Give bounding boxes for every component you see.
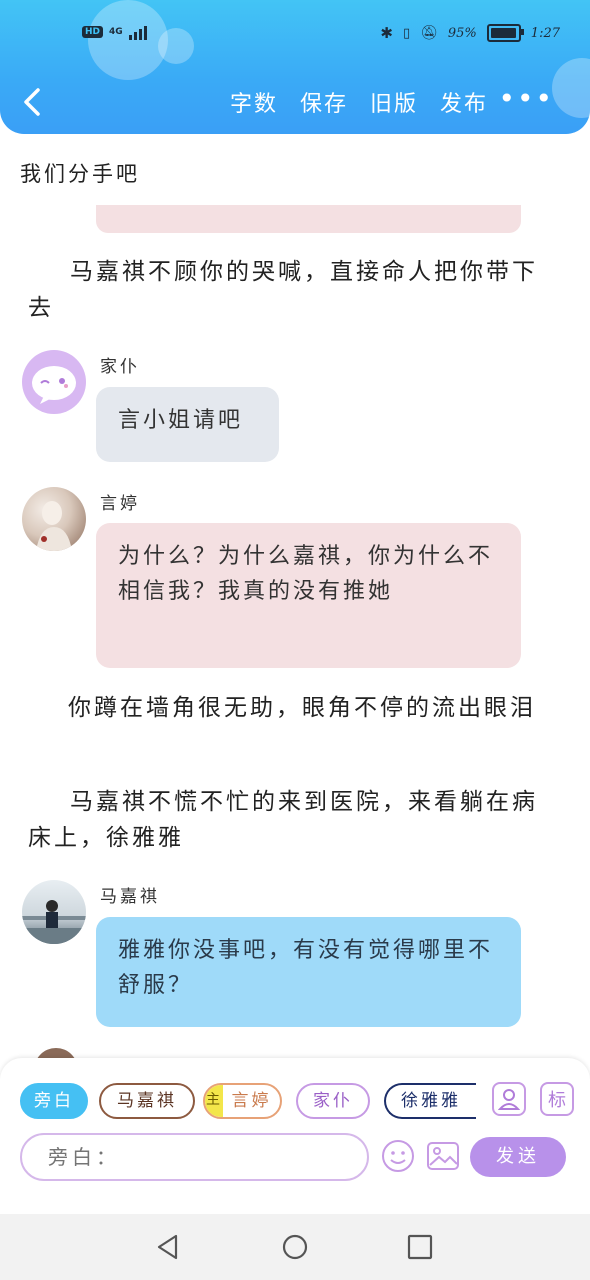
chat-bubble-avatar-icon — [32, 366, 76, 404]
avatar[interactable] — [22, 350, 86, 414]
bluetooth-icon: ✱ — [380, 24, 393, 42]
emoji-button[interactable] — [380, 1138, 416, 1174]
square-recents-icon — [407, 1234, 433, 1260]
role-chip-xu-yaya[interactable]: 徐雅雅 — [384, 1083, 476, 1119]
message-bubble[interactable]: 言小姐请吧 — [96, 387, 279, 462]
nav-actions: 字数 保存 旧版 发布 — [230, 86, 488, 118]
message-bubble[interactable]: 为什么？为什么嘉祺，你为什么不相信我？我真的没有推她 — [96, 523, 521, 668]
signal-icon — [128, 24, 147, 40]
message-bubble[interactable]: 雅雅你没事吧，有没有觉得哪里不舒服？ — [96, 917, 521, 1027]
role-chip-narration[interactable]: 旁白 — [20, 1083, 88, 1119]
main-role-tag: 主 — [205, 1085, 223, 1117]
person-icon — [498, 1089, 520, 1110]
image-button[interactable] — [425, 1138, 461, 1174]
portrait-avatar-icon — [36, 501, 72, 551]
portrait-avatar-icon — [22, 900, 86, 944]
role-chip-yan-ting[interactable]: 主 言婷 — [203, 1083, 282, 1119]
chapter-title: 我们分手吧 — [20, 162, 140, 186]
circle-home-icon — [282, 1234, 308, 1260]
chevron-left-icon — [24, 88, 40, 116]
tag-button[interactable]: 标 — [540, 1082, 574, 1116]
role-chip-ma-jiaqi[interactable]: 马嘉祺 — [99, 1083, 195, 1119]
role-chip-servant[interactable]: 家仆 — [296, 1083, 370, 1119]
speaker-name: 马嘉祺 — [100, 887, 160, 907]
narration-text: 马嘉祺不慌不忙的来到医院，来看躺在病床上，徐雅雅 — [28, 789, 538, 851]
smiley-icon — [382, 1140, 414, 1172]
clock-time: 1:27 — [530, 25, 560, 41]
partial-bubble — [96, 205, 521, 233]
nav-back-button[interactable] — [153, 1232, 183, 1262]
more-button[interactable]: ••• — [498, 85, 554, 113]
system-nav-bar — [0, 1214, 590, 1280]
speaker-name: 言婷 — [100, 494, 140, 514]
speaker-name: 家仆 — [100, 357, 140, 377]
avatar[interactable] — [22, 487, 86, 551]
image-icon — [427, 1142, 459, 1170]
save-button[interactable]: 保存 — [300, 86, 348, 118]
battery-icon — [486, 24, 524, 42]
add-character-button[interactable] — [492, 1082, 526, 1116]
avatar[interactable] — [22, 880, 86, 944]
narration-text: 马嘉祺不顾你的哭喊，直接命人把你带下去 — [28, 259, 538, 321]
publish-button[interactable]: 发布 — [440, 86, 488, 118]
back-button[interactable] — [18, 84, 54, 120]
triangle-back-icon — [157, 1234, 178, 1260]
nav-recents-button[interactable] — [405, 1232, 435, 1262]
status-bar: HD 4G ✱ ▯ 🔕︎ 95% 1:27 — [0, 18, 590, 50]
mute-bell-icon: 🔕︎ — [420, 25, 438, 41]
hd-badge: HD — [82, 26, 104, 38]
word-count-button[interactable]: 字数 — [230, 86, 278, 118]
old-version-button[interactable]: 旧版 — [370, 86, 418, 118]
top-header: HD 4G ✱ ▯ 🔕︎ 95% 1:27 字数 保存 旧版 发布 ••• — [0, 0, 590, 134]
message-input[interactable] — [20, 1133, 369, 1181]
narration-text: 你蹲在墙角很无助，眼角不停的流出眼泪 — [68, 695, 536, 721]
network-label: 4G — [109, 27, 123, 37]
nav-home-button[interactable] — [280, 1232, 310, 1262]
nav-bar: 字数 保存 旧版 发布 ••• — [0, 78, 590, 130]
battery-percent: 95% — [447, 25, 477, 41]
send-button[interactable]: 发送 — [470, 1137, 566, 1177]
vibrate-icon: ▯ — [402, 25, 411, 41]
